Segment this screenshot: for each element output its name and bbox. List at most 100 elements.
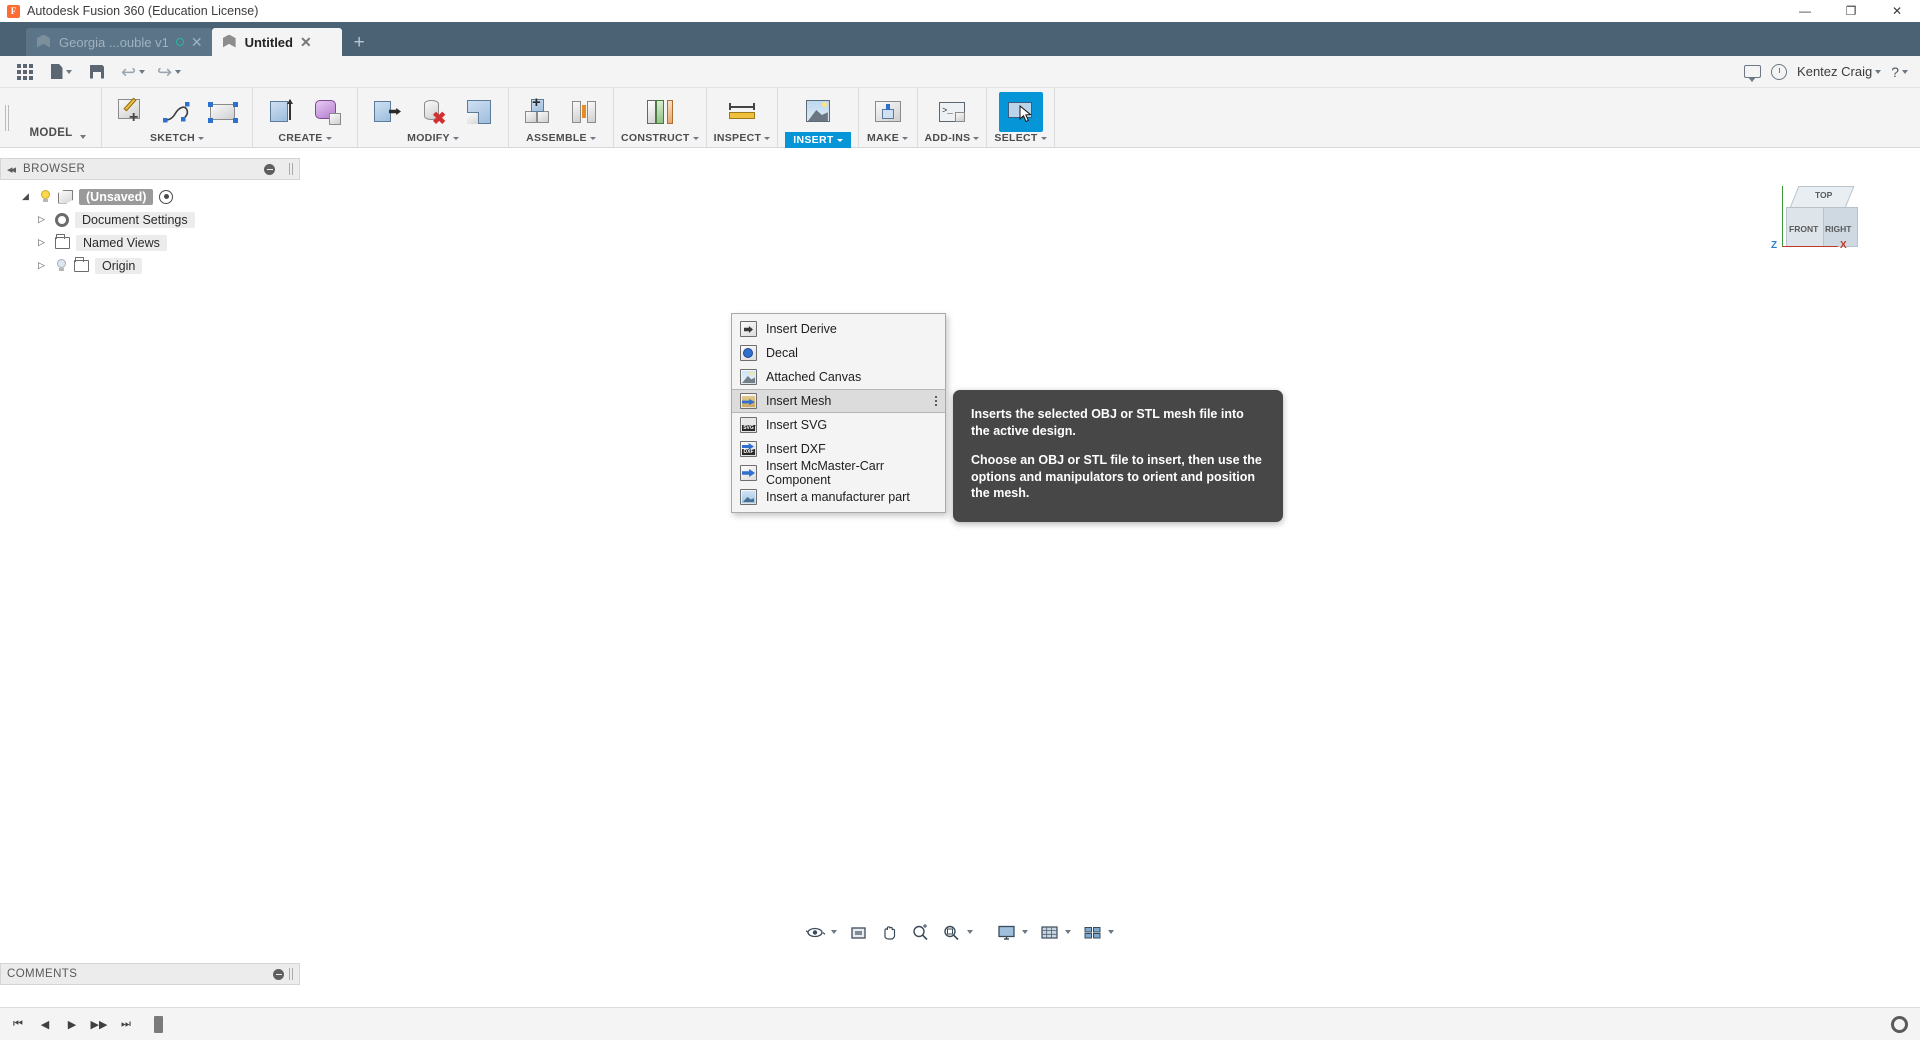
fit-button[interactable] bbox=[937, 919, 978, 945]
delete-button[interactable]: ✖ bbox=[411, 92, 455, 132]
comments-minimize-icon[interactable] bbox=[273, 968, 284, 980]
orbit-button[interactable] bbox=[801, 919, 842, 945]
comments-header[interactable]: COMMENTS bbox=[0, 963, 300, 985]
ribbon-panel-insert-label[interactable]: INSERT bbox=[785, 132, 851, 148]
menu-item-overflow-icon[interactable] bbox=[934, 395, 937, 407]
timeline-play-button[interactable]: ▶ bbox=[60, 1012, 84, 1036]
document-tab-label: Georgia ...ouble v1 bbox=[59, 34, 169, 50]
ribbon-panel-make-label[interactable]: MAKE bbox=[867, 132, 909, 145]
job-status-icon[interactable] bbox=[1771, 63, 1788, 80]
timeline-begin-button[interactable]: ⏮ bbox=[6, 1012, 30, 1036]
pan-button[interactable] bbox=[875, 919, 904, 945]
grid-snaps-button[interactable] bbox=[1035, 919, 1076, 945]
chevron-down-icon bbox=[1902, 69, 1908, 74]
ribbon-panel-sketch-label[interactable]: SKETCH bbox=[150, 132, 204, 145]
menu-item-insert-dxf[interactable]: DXF Insert DXF bbox=[732, 437, 945, 461]
close-tab-icon[interactable]: ✕ bbox=[191, 35, 203, 49]
view-cube[interactable]: TOP FRONT RIGHT Z X bbox=[1768, 168, 1880, 280]
help-button[interactable]: ? bbox=[1891, 64, 1908, 80]
ribbon-panel-create-label[interactable]: CREATE bbox=[278, 132, 332, 145]
panel-label-text: SKETCH bbox=[150, 132, 195, 144]
extrude-icon bbox=[267, 97, 297, 127]
visibility-bulb-icon[interactable] bbox=[55, 258, 68, 273]
ribbon-panel-construct-label[interactable]: CONSTRUCT bbox=[621, 132, 699, 145]
design-canvas[interactable]: TOP FRONT RIGHT Z X Insert Derive Decal bbox=[0, 158, 1920, 980]
insert-derive-icon bbox=[740, 321, 757, 337]
expand-arrow-icon[interactable]: ◢ bbox=[22, 191, 33, 202]
activate-component-icon[interactable] bbox=[159, 189, 174, 204]
select-button[interactable] bbox=[998, 92, 1043, 132]
offset-plane-button[interactable] bbox=[638, 92, 682, 132]
joint-button[interactable] bbox=[562, 92, 606, 132]
app-grid-button[interactable] bbox=[8, 58, 42, 86]
spline-button[interactable] bbox=[155, 92, 199, 132]
collapse-panel-icon[interactable]: ◂◂ bbox=[7, 163, 16, 176]
ribbon-panel-modify-label[interactable]: MODIFY bbox=[407, 132, 459, 145]
insert-button[interactable] bbox=[796, 92, 840, 132]
viewports-button[interactable] bbox=[1078, 919, 1119, 945]
undo-button[interactable]: ↩ bbox=[116, 58, 150, 86]
menu-item-insert-manufacturer-part[interactable]: Insert a manufacturer part bbox=[732, 485, 945, 509]
workspace-switcher[interactable]: MODEL bbox=[14, 88, 102, 147]
redo-button[interactable]: ↪ bbox=[152, 58, 186, 86]
visibility-bulb-icon[interactable] bbox=[39, 189, 52, 204]
3d-print-button[interactable] bbox=[866, 92, 910, 132]
close-tab-icon[interactable]: ✕ bbox=[300, 35, 312, 49]
menu-item-insert-derive[interactable]: Insert Derive bbox=[732, 317, 945, 341]
close-button[interactable]: ✕ bbox=[1874, 0, 1920, 22]
timeline-end-button[interactable]: ⏭ bbox=[114, 1012, 138, 1036]
shell-button[interactable] bbox=[457, 92, 501, 132]
expand-arrow-icon[interactable]: ▷ bbox=[38, 214, 49, 225]
rectangle-button[interactable] bbox=[201, 92, 245, 132]
tree-node-named-views[interactable]: ▷ Named Views bbox=[0, 231, 300, 254]
tree-node-unsaved[interactable]: ◢ (Unsaved) bbox=[0, 185, 300, 208]
create-form-button[interactable] bbox=[306, 92, 350, 132]
ribbon-panel-addins-label[interactable]: ADD-INS bbox=[925, 132, 980, 145]
expand-arrow-icon[interactable]: ▷ bbox=[38, 260, 49, 271]
ribbon-panel-inspect-label[interactable]: INSPECT bbox=[714, 132, 771, 145]
timeline-prev-button[interactable]: ◀ bbox=[33, 1012, 57, 1036]
press-pull-button[interactable] bbox=[365, 92, 409, 132]
create-sketch-button[interactable]: + bbox=[109, 92, 153, 132]
extrude-button[interactable] bbox=[260, 92, 304, 132]
new-tab-button[interactable]: + bbox=[342, 33, 377, 56]
measure-button[interactable] bbox=[720, 92, 764, 132]
comments-resize-grip[interactable] bbox=[289, 968, 293, 980]
zoom-button[interactable] bbox=[906, 919, 935, 945]
scripts-addins-button[interactable]: >_ bbox=[930, 92, 974, 132]
ribbon-panel-addins: >_ ADD-INS bbox=[918, 88, 988, 147]
document-tab-untitled[interactable]: Untitled ✕ bbox=[211, 28, 342, 56]
panel-label-text: SELECT bbox=[994, 132, 1038, 144]
tree-node-origin[interactable]: ▷ Origin bbox=[0, 254, 300, 277]
timeline-marker[interactable] bbox=[154, 1015, 163, 1033]
document-tab-georgia[interactable]: Georgia ...ouble v1 ✕ bbox=[26, 28, 212, 56]
browser-resize-grip[interactable] bbox=[289, 163, 293, 175]
new-component-button[interactable]: + bbox=[516, 92, 560, 132]
maximize-button[interactable]: ❐ bbox=[1828, 0, 1874, 22]
new-document-button[interactable] bbox=[44, 58, 78, 86]
look-at-button[interactable] bbox=[844, 919, 873, 945]
ribbon-toolbar: MODEL + SKETCH CREATE ✖ MODIFY + ASSEMBL… bbox=[0, 88, 1920, 148]
component-cube-icon bbox=[58, 189, 73, 204]
fusion-logo-icon: F bbox=[7, 4, 20, 18]
chevron-down-icon bbox=[1065, 930, 1071, 934]
ribbon-panel-assemble-label[interactable]: ASSEMBLE bbox=[526, 132, 596, 145]
axis-x-label: X bbox=[1840, 240, 1847, 251]
timeline-next-button[interactable]: ▶▶ bbox=[87, 1012, 111, 1036]
browser-minimize-icon[interactable] bbox=[264, 163, 275, 175]
menu-item-insert-svg[interactable]: SVG Insert SVG bbox=[732, 413, 945, 437]
display-settings-button[interactable] bbox=[992, 919, 1033, 945]
menu-item-decal[interactable]: Decal bbox=[732, 341, 945, 365]
menu-item-insert-mesh[interactable]: Insert Mesh bbox=[732, 389, 945, 413]
ribbon-panel-select-label[interactable]: SELECT bbox=[994, 132, 1047, 145]
user-account-button[interactable]: Kentez Craig bbox=[1797, 64, 1882, 79]
settings-gear-icon[interactable] bbox=[1891, 1015, 1908, 1033]
save-button[interactable] bbox=[80, 58, 114, 86]
ribbon-grip[interactable] bbox=[0, 88, 14, 147]
menu-item-attached-canvas[interactable]: Attached Canvas bbox=[732, 365, 945, 389]
menu-item-insert-mcmaster-carr[interactable]: Insert McMaster-Carr Component bbox=[732, 459, 945, 487]
comments-icon[interactable] bbox=[1744, 65, 1762, 82]
tree-node-document-settings[interactable]: ▷ Document Settings bbox=[0, 208, 300, 231]
expand-arrow-icon[interactable]: ▷ bbox=[38, 237, 49, 248]
minimize-button[interactable]: — bbox=[1782, 0, 1828, 22]
